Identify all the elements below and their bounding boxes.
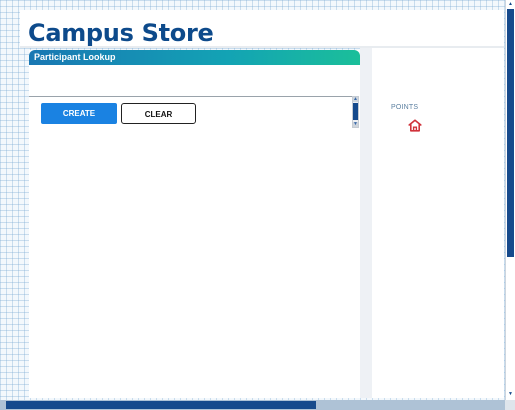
points-label: POINTS (391, 104, 419, 111)
participant-lookup-panel: Participant Lookup CREATE CLEAR (29, 50, 361, 398)
create-button[interactable]: CREATE (41, 103, 117, 124)
participant-search-field[interactable] (29, 65, 353, 97)
lookup-scrollbar[interactable]: ▲ ▼ (352, 96, 359, 128)
store-title: Campus Store (28, 19, 214, 47)
scroll-up-arrow-icon[interactable]: ▲ (353, 97, 358, 102)
scrollbar-corner (505, 400, 515, 410)
panel-title: Participant Lookup (29, 50, 360, 65)
page-horizontal-scroll-thumb[interactable] (6, 401, 316, 409)
scroll-down-arrow-icon[interactable]: ▼ (353, 122, 358, 127)
store-header: Campus Store (20, 10, 504, 47)
page-scroll-up-icon[interactable]: ▲ (506, 1, 515, 8)
page-vertical-scroll-thumb[interactable] (507, 9, 514, 257)
panel-gutter (360, 48, 372, 398)
home-icon[interactable] (408, 119, 422, 132)
points-panel: POINTS (372, 48, 504, 398)
page-scroll-down-icon[interactable]: ▼ (506, 391, 515, 398)
clear-button[interactable]: CLEAR (121, 103, 196, 124)
scroll-thumb[interactable] (353, 103, 358, 120)
